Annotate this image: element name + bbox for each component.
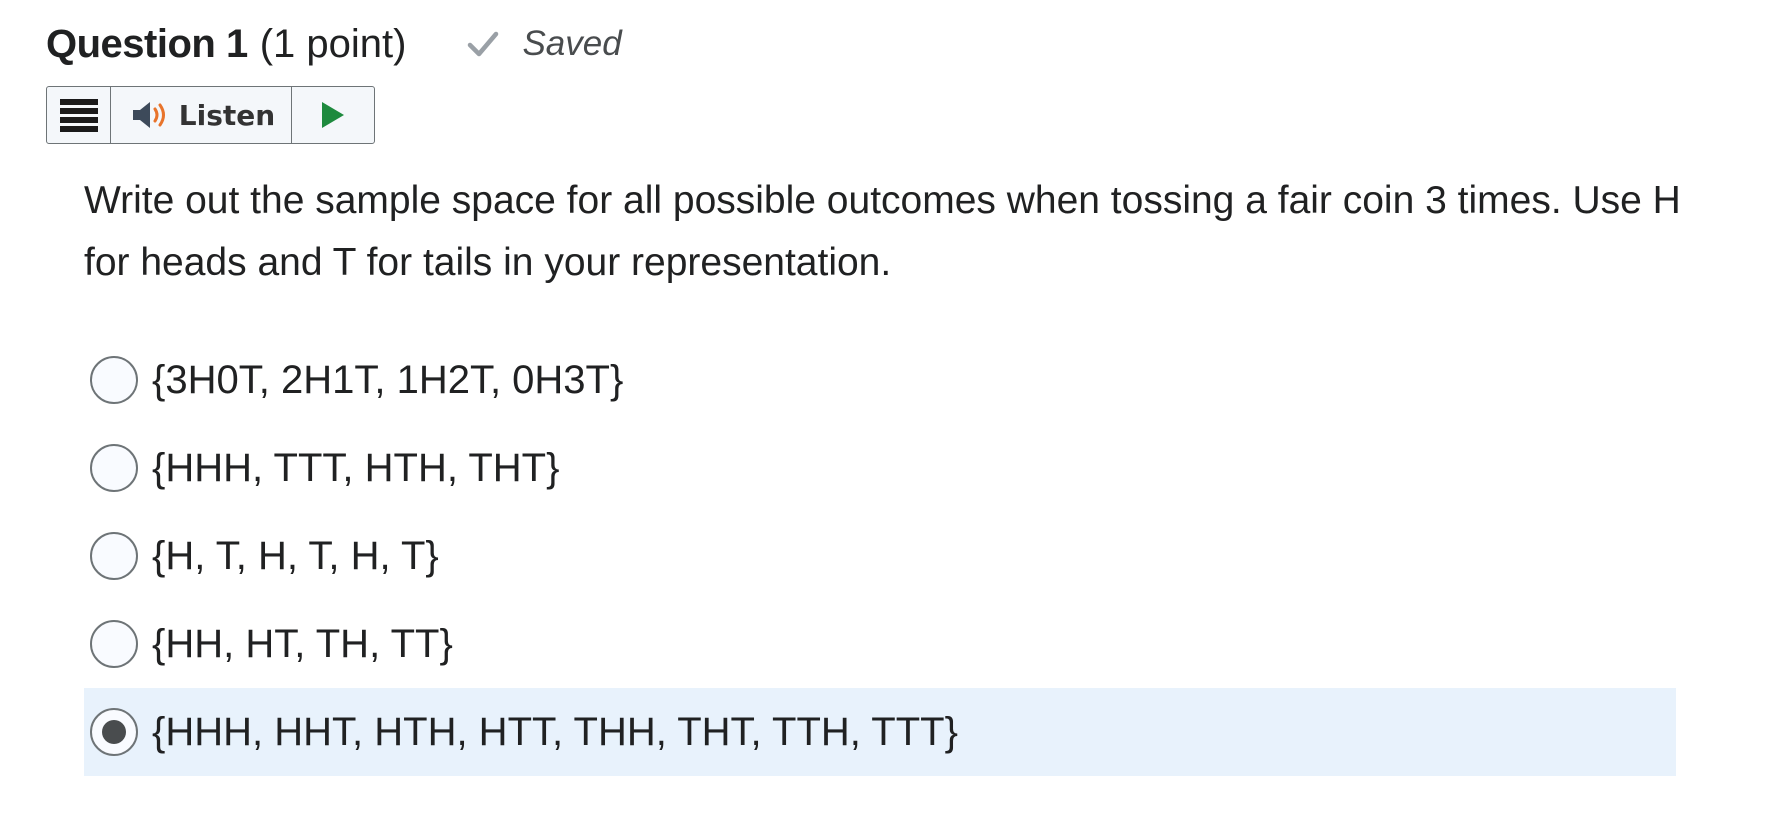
answer-option[interactable]: {HH, HT, TH, TT} (84, 600, 1676, 688)
answer-options: {3H0T, 2H1T, 1H2T, 0H3T} {HHH, TTT, HTH,… (84, 336, 1676, 776)
radio-button-checked[interactable] (90, 708, 138, 756)
radio-button[interactable] (90, 444, 138, 492)
answer-option[interactable]: {H, T, H, T, H, T} (84, 512, 1676, 600)
listen-button[interactable]: Listen (111, 87, 292, 143)
option-label: {HH, HT, TH, TT} (152, 621, 453, 666)
option-label: {3H0T, 2H1T, 1H2T, 0H3T} (152, 357, 624, 402)
saved-status: Saved (466, 24, 622, 64)
readspeaker-toolbar: Listen (46, 86, 375, 144)
question-header: Question 1 (1 point) Saved (46, 18, 622, 70)
question-title: Question 1 (46, 21, 248, 66)
play-button[interactable] (292, 87, 374, 143)
answer-option-selected[interactable]: {HHH, HHT, HTH, HTT, THH, THT, TTH, TTT} (84, 688, 1676, 776)
radio-dot (102, 720, 126, 744)
question-prompt: Write out the sample space for all possi… (84, 179, 1681, 284)
answer-option[interactable]: {3H0T, 2H1T, 1H2T, 0H3T} (84, 336, 1676, 424)
listen-label: Listen (178, 98, 276, 132)
radio-button[interactable] (90, 620, 138, 668)
question-points: (1 point) (259, 21, 407, 66)
option-label: {HHH, HHT, HTH, HTT, THH, THT, TTH, TTT} (152, 709, 958, 754)
play-icon (322, 102, 344, 128)
menu-button[interactable] (47, 87, 111, 143)
speaker-icon (132, 102, 165, 128)
answer-option[interactable]: {HHH, TTT, HTH, THT} (84, 424, 1676, 512)
option-label: {H, T, H, T, H, T} (152, 533, 439, 578)
radio-button[interactable] (90, 356, 138, 404)
saved-label: Saved (522, 24, 622, 63)
hamburger-menu-icon (59, 99, 98, 132)
check-icon (468, 31, 499, 57)
option-label: {HHH, TTT, HTH, THT} (152, 445, 560, 490)
radio-button[interactable] (90, 532, 138, 580)
